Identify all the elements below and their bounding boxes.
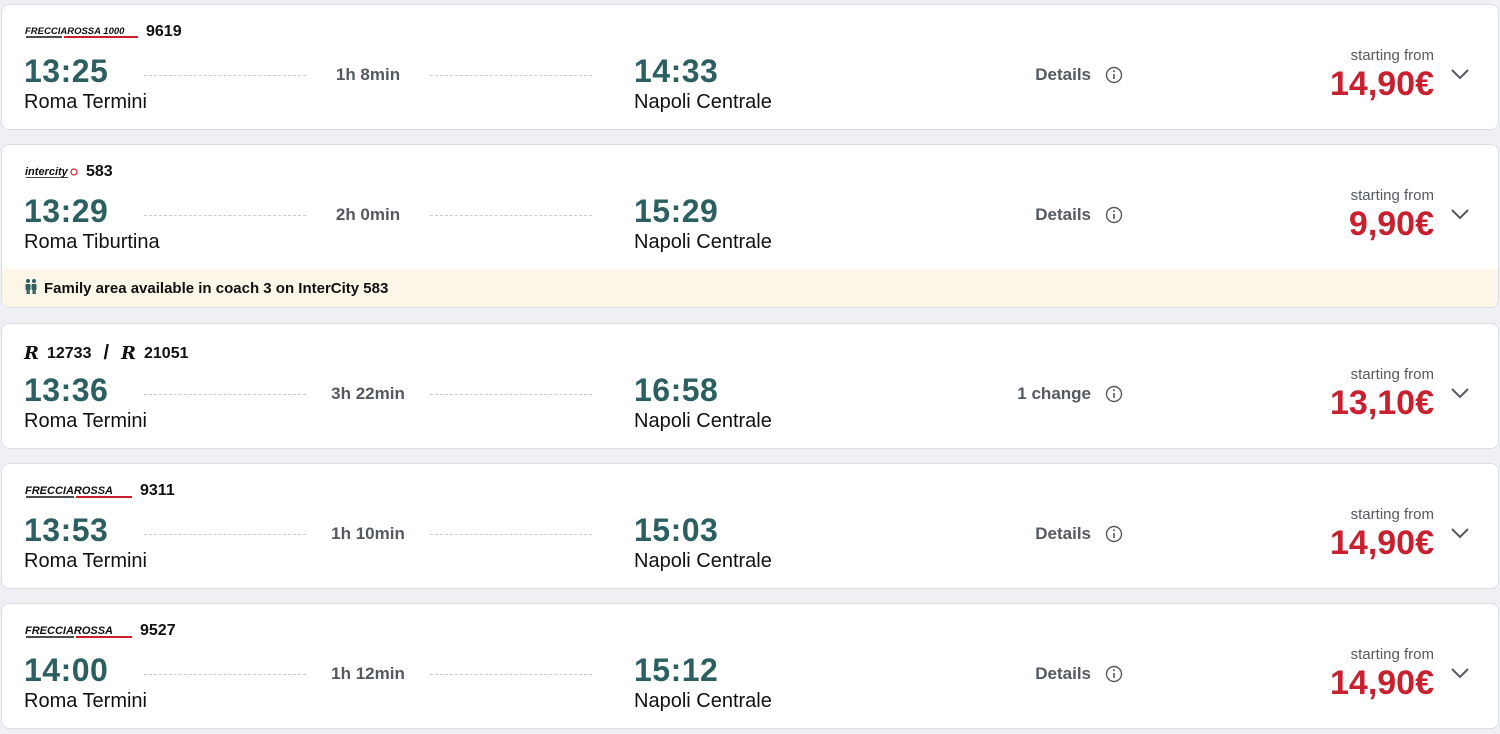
train-identifier: FRECCIAROSSA 1000 9619	[24, 23, 182, 41]
info-icon[interactable]	[1105, 665, 1123, 683]
arrival-time: 15:12	[634, 652, 719, 688]
svg-text:FRECCIAROSSA: FRECCIAROSSA	[25, 485, 113, 497]
route-line	[430, 534, 592, 535]
route-line	[144, 674, 306, 675]
arrival-time: 15:29	[634, 193, 719, 229]
departure-station: Roma Termini	[24, 690, 147, 712]
route-line	[144, 75, 306, 76]
train-identifier: intercity 583	[24, 163, 113, 181]
route-line	[430, 674, 592, 675]
svg-text:FRECCIAROSSA: FRECCIAROSSA	[25, 625, 113, 637]
route-line	[144, 534, 306, 535]
solution-card[interactable]: FRECCIAROSSA 1000 9619 13:25 Roma Termin…	[1, 4, 1499, 130]
details-label: Details	[1035, 524, 1091, 543]
price: 14,90€	[1330, 664, 1434, 702]
price-caption: starting from	[1350, 646, 1434, 663]
details-link[interactable]: Details	[1035, 524, 1123, 544]
regionale-logo: R	[121, 343, 136, 364]
price-caption: starting from	[1350, 366, 1434, 383]
train-number: 12733	[46, 344, 92, 362]
departure-station: Roma Termini	[24, 550, 147, 572]
changes-label: 1 change	[1017, 384, 1091, 403]
solution-card[interactable]: R 12733 / R 21051 13:36 Roma Termini 3h …	[1, 323, 1499, 449]
price-caption: starting from	[1350, 187, 1434, 204]
price: 14,90€	[1330, 524, 1434, 562]
train-number: 9619	[146, 23, 182, 40]
arrival-station: Napoli Centrale	[634, 231, 772, 253]
chevron-down-icon[interactable]	[1450, 386, 1470, 400]
frecciarossa-logo: FRECCIAROSSA	[24, 484, 134, 499]
route-line	[144, 394, 306, 395]
details-link[interactable]: Details	[1035, 664, 1123, 684]
route-line	[430, 215, 592, 216]
price: 13,10€	[1330, 384, 1434, 422]
details-label: Details	[1035, 664, 1091, 683]
train-number: 9527	[140, 622, 176, 639]
family-icon	[24, 278, 38, 298]
train-separator: /	[103, 342, 110, 364]
price-caption: starting from	[1350, 506, 1434, 523]
details-link[interactable]: Details	[1035, 65, 1123, 85]
trip-duration: 1h 8min	[335, 65, 401, 84]
details-label: Details	[1035, 65, 1091, 84]
departure-time: 13:25	[24, 53, 109, 89]
train-identifier: FRECCIAROSSA 9527	[24, 622, 176, 640]
train-number: 21051	[144, 344, 189, 362]
trip-duration: 3h 22min	[331, 384, 405, 403]
departure-time: 13:36	[24, 372, 109, 408]
solution-card[interactable]: FRECCIAROSSA 9527 14:00 Roma Termini 1h …	[1, 603, 1499, 729]
intercity-logo: intercity	[24, 165, 80, 179]
departure-station: Roma Tiburtina	[24, 231, 160, 253]
departure-time: 13:29	[24, 193, 109, 229]
price: 14,90€	[1330, 65, 1434, 103]
family-area-notice: Family area available in coach 3 on Inte…	[2, 269, 1498, 307]
notice-text: Family area available in coach 3 on Inte…	[44, 279, 389, 297]
svg-text:FRECCIAROSSA 1000: FRECCIAROSSA 1000	[25, 26, 125, 37]
route-line	[430, 75, 592, 76]
details-link[interactable]: Details	[1035, 205, 1123, 225]
departure-station: Roma Termini	[24, 410, 147, 432]
regionale-logo: R	[24, 343, 39, 364]
changes-link[interactable]: 1 change	[1017, 384, 1123, 404]
train-number: 583	[86, 163, 113, 180]
route-line	[430, 394, 592, 395]
svg-text:intercity: intercity	[25, 166, 69, 178]
arrival-time: 16:58	[634, 372, 719, 408]
train-number: 9311	[140, 482, 175, 499]
trip-duration: 1h 10min	[331, 524, 405, 543]
departure-time: 14:00	[24, 652, 109, 688]
info-icon[interactable]	[1105, 385, 1123, 403]
train-identifier: FRECCIAROSSA 9311	[24, 482, 175, 500]
solution-card[interactable]: FRECCIAROSSA 9311 13:53 Roma Termini 1h …	[1, 463, 1499, 589]
frecciarossa-1000-logo: FRECCIAROSSA 1000	[24, 25, 140, 39]
trip-duration: 2h 0min	[335, 205, 401, 224]
arrival-station: Napoli Centrale	[634, 550, 772, 572]
chevron-down-icon[interactable]	[1450, 207, 1470, 221]
departure-time: 13:53	[24, 512, 109, 548]
arrival-time: 15:03	[634, 512, 719, 548]
chevron-down-icon[interactable]	[1450, 666, 1470, 680]
details-label: Details	[1035, 205, 1091, 224]
frecciarossa-logo: FRECCIAROSSA	[24, 624, 134, 639]
route-line	[144, 215, 306, 216]
departure-station: Roma Termini	[24, 91, 147, 113]
info-icon[interactable]	[1105, 206, 1123, 224]
solution-card[interactable]: intercity 583 13:29 Roma Tiburtina 2h 0m…	[1, 144, 1499, 308]
arrival-station: Napoli Centrale	[634, 690, 772, 712]
train-identifier: R 12733 / R 21051	[24, 342, 189, 365]
arrival-station: Napoli Centrale	[634, 91, 772, 113]
arrival-time: 14:33	[634, 53, 719, 89]
trip-duration: 1h 12min	[331, 664, 405, 683]
price: 9,90€	[1348, 205, 1434, 243]
info-icon[interactable]	[1105, 66, 1123, 84]
chevron-down-icon[interactable]	[1450, 526, 1470, 540]
chevron-down-icon[interactable]	[1450, 67, 1470, 81]
info-icon[interactable]	[1105, 525, 1123, 543]
price-caption: starting from	[1350, 47, 1434, 64]
arrival-station: Napoli Centrale	[634, 410, 772, 432]
